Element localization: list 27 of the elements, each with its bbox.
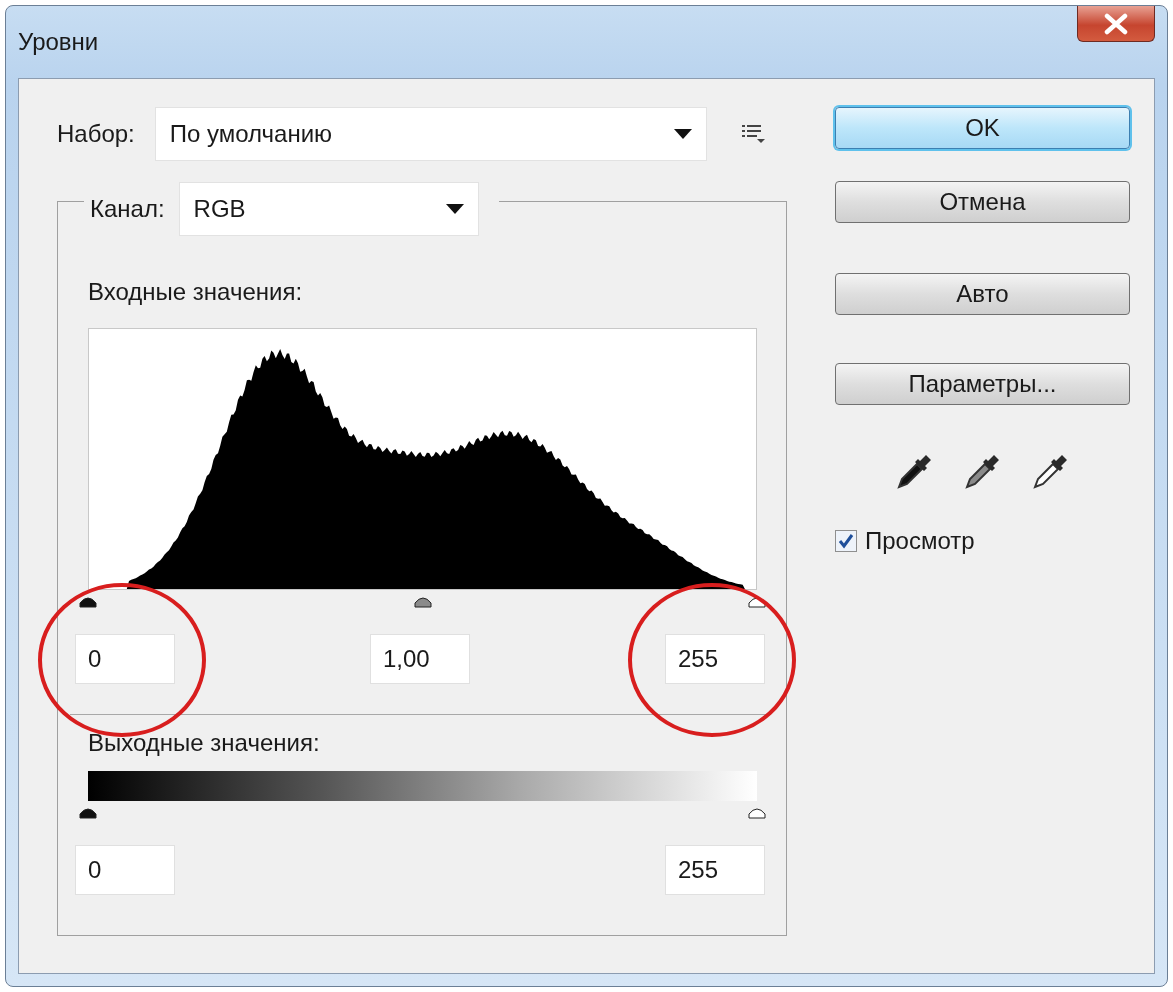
dialog-button[interactable]: Параметры... — [835, 363, 1130, 405]
channel-dropdown[interactable]: RGB — [178, 182, 479, 236]
slider-thumb[interactable] — [79, 805, 97, 819]
value-field[interactable]: 0 — [75, 634, 175, 684]
caret-icon — [673, 129, 692, 139]
checkbox[interactable] — [835, 530, 857, 552]
preset-dropdown[interactable]: По умолчанию — [154, 107, 707, 161]
value-field[interactable]: 255 — [665, 845, 765, 895]
value-field[interactable]: 255 — [665, 634, 765, 684]
menu-icon[interactable] — [740, 122, 765, 146]
checkbox-label: Просмотр — [865, 527, 975, 555]
preset-label: Набор: — [57, 120, 135, 148]
value-field[interactable]: 0 — [75, 845, 175, 895]
output-levels-label: Выходные значения: — [88, 729, 321, 757]
channel-label: Канал: — [90, 195, 165, 223]
caret-icon — [445, 204, 464, 214]
close-icon — [1103, 12, 1129, 35]
dialog-button[interactable]: OK — [835, 107, 1130, 149]
input-levels-label: Входные значения: — [88, 278, 304, 306]
dialog-button[interactable]: Авто — [835, 273, 1130, 315]
slider-thumb[interactable] — [413, 594, 432, 608]
close-button[interactable] — [1077, 6, 1155, 42]
window-title: Уровни — [18, 28, 99, 56]
slider-thumb[interactable] — [79, 594, 97, 608]
dialog-button[interactable]: Отмена — [835, 181, 1130, 223]
value-field[interactable]: 1,00 — [370, 634, 470, 684]
slider-thumb[interactable] — [748, 805, 766, 819]
